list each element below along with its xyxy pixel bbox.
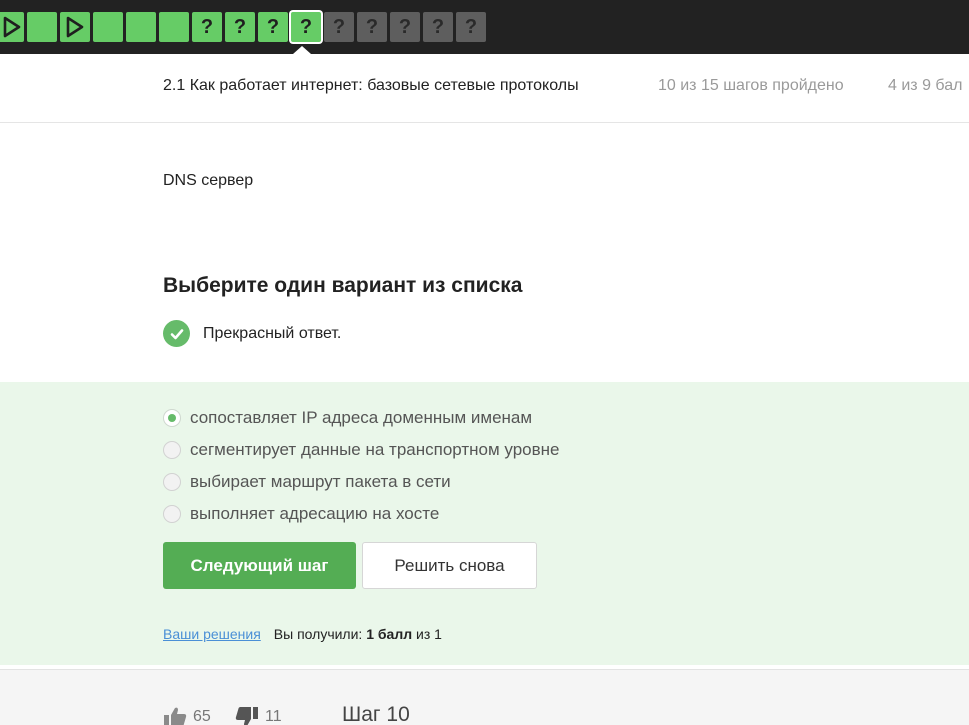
dislike-button[interactable]: 11 xyxy=(235,706,282,725)
question-mark-icon: ? xyxy=(464,15,478,38)
step-1-video[interactable] xyxy=(0,12,24,42)
result-line: Ваши решения Вы получили: 1 балл из 1 xyxy=(163,626,442,642)
step-14-quiz[interactable]: ? xyxy=(423,12,453,42)
play-icon xyxy=(3,16,21,38)
step-11-quiz[interactable]: ? xyxy=(324,12,354,42)
lesson-header: 2.1 Как работает интернет: базовые сетев… xyxy=(0,54,969,123)
step-2-text[interactable] xyxy=(27,12,57,42)
step-3-video[interactable] xyxy=(60,12,90,42)
answer-option-label: сопоставляет IP адреса доменным именам xyxy=(190,408,533,427)
answer-option[interactable]: выбирает маршрут пакета в сети xyxy=(163,466,560,498)
feedback-message: Прекрасный ответ. xyxy=(163,320,341,347)
question-mark-icon: ? xyxy=(233,15,247,38)
radio-icon[interactable] xyxy=(163,441,181,459)
like-count: 65 xyxy=(193,708,211,725)
step-navigation-bar: ????????? xyxy=(0,0,969,54)
thumbs-down-icon xyxy=(235,707,258,725)
question-text: DNS сервер xyxy=(163,172,254,189)
result-prefix: Вы получили: xyxy=(273,626,363,642)
question-mark-icon: ? xyxy=(299,15,313,38)
lesson-progress: 10 из 15 шагов пройдено xyxy=(658,77,844,94)
lesson-score: 4 из 9 бал xyxy=(888,77,963,94)
step-footer: 65 11 Шаг 10 xyxy=(0,669,969,725)
radio-selected-icon[interactable] xyxy=(163,409,181,427)
step-list: ????????? xyxy=(0,12,486,42)
step-10-quiz[interactable]: ? xyxy=(291,12,321,42)
play-icon xyxy=(66,16,84,38)
feedback-text: Прекрасный ответ. xyxy=(203,324,342,342)
result-suffix: из 1 xyxy=(416,626,442,642)
question-mark-icon: ? xyxy=(266,15,280,38)
question-mark-icon: ? xyxy=(332,15,346,38)
question-heading: Выберите один вариант из списка xyxy=(163,274,523,297)
step-7-quiz[interactable]: ? xyxy=(192,12,222,42)
step-12-quiz[interactable]: ? xyxy=(357,12,387,42)
check-circle-icon xyxy=(163,320,190,347)
result-points: 1 балл xyxy=(366,626,413,642)
answer-option[interactable]: выполняет адресацию на хосте xyxy=(163,498,560,530)
step-number: Шаг 10 xyxy=(342,703,410,725)
question-mark-icon: ? xyxy=(398,15,412,38)
step-13-quiz[interactable]: ? xyxy=(390,12,420,42)
step-8-quiz[interactable]: ? xyxy=(225,12,255,42)
lesson-title[interactable]: 2.1 Как работает интернет: базовые сетев… xyxy=(163,77,579,95)
thumbs-up-icon xyxy=(164,707,187,725)
answer-option-label: выполняет адресацию на хосте xyxy=(190,504,440,523)
like-button[interactable]: 65 xyxy=(163,706,211,725)
question-mark-icon: ? xyxy=(365,15,379,38)
step-4-text[interactable] xyxy=(93,12,123,42)
dislike-count: 11 xyxy=(265,708,282,725)
step-6-text[interactable] xyxy=(159,12,189,42)
step-15-quiz[interactable]: ? xyxy=(456,12,486,42)
answer-option-label: сегментирует данные на транспортном уров… xyxy=(190,440,560,459)
question-mark-icon: ? xyxy=(431,15,445,38)
step-5-text[interactable] xyxy=(126,12,156,42)
next-step-button[interactable]: Следующий шаг xyxy=(163,542,356,589)
current-step-pointer xyxy=(293,46,311,54)
retry-button[interactable]: Решить снова xyxy=(362,542,537,589)
radio-icon[interactable] xyxy=(163,505,181,523)
answer-option-label: выбирает маршрут пакета в сети xyxy=(190,472,451,491)
answer-section: сопоставляет IP адреса доменным именам се… xyxy=(0,382,969,665)
radio-icon[interactable] xyxy=(163,473,181,491)
options-list: сопоставляет IP адреса доменным именам се… xyxy=(163,402,560,530)
answer-option[interactable]: сегментирует данные на транспортном уров… xyxy=(163,434,560,466)
step-9-quiz[interactable]: ? xyxy=(258,12,288,42)
your-solutions-link[interactable]: Ваши решения xyxy=(163,626,261,642)
answer-option[interactable]: сопоставляет IP адреса доменным именам xyxy=(163,402,560,434)
question-mark-icon: ? xyxy=(200,15,214,38)
